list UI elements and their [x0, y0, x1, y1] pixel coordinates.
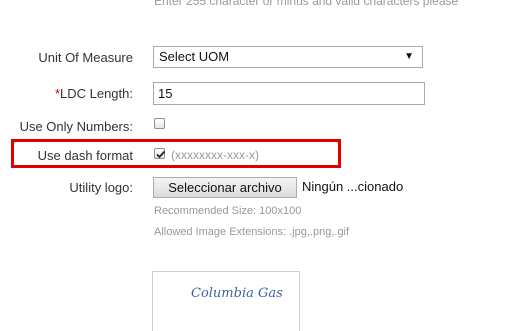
- highlight-box: [11, 139, 341, 168]
- only-numbers-checkbox[interactable]: [154, 118, 165, 129]
- ldc-length-input[interactable]: 15: [153, 82, 425, 105]
- logo-image-text: Columbia Gas: [191, 286, 283, 301]
- utility-logo-label: Utility logo:: [69, 180, 133, 195]
- uom-label: Unit Of Measure: [38, 50, 133, 65]
- file-status-text: Ningún ...cionado: [302, 179, 404, 194]
- uom-selected-value: Select UOM: [159, 49, 230, 64]
- ldc-length-label: *LDC Length:: [55, 86, 133, 101]
- only-numbers-label: Use Only Numbers:: [19, 119, 133, 134]
- logo-preview: Columbia Gas: [152, 271, 300, 331]
- top-hint-text: Enter 255 character or minus and valid c…: [154, 0, 459, 8]
- allowed-extensions-note: Allowed Image Extensions: .jpg,.png,.gif: [154, 226, 350, 238]
- recommended-size-note: Recommended Size: 100x100: [154, 205, 302, 217]
- ldc-length-label-text: LDC Length:: [60, 86, 133, 101]
- uom-select[interactable]: Select UOM ▼: [153, 46, 423, 68]
- dropdown-arrow-icon: ▼: [404, 51, 414, 62]
- choose-file-button[interactable]: Seleccionar archivo: [153, 177, 297, 198]
